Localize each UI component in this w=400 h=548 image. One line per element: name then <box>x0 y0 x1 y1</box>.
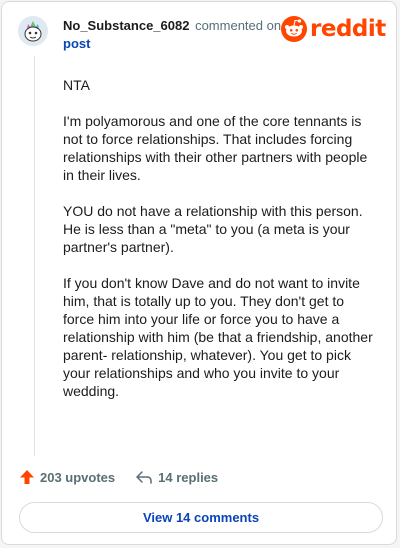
comment-actions: 203 upvotes 14 replies <box>19 467 218 487</box>
upvote-arrow-icon <box>20 470 34 484</box>
view-comments-button[interactable]: View 14 comments <box>19 502 383 533</box>
avatar-icon <box>18 16 48 46</box>
reddit-logo[interactable]: reddit <box>281 16 386 42</box>
comment-body: NTA I'm polyamorous and one of the core … <box>63 76 373 418</box>
reddit-snoo-icon <box>281 16 307 42</box>
comment-paragraph: If you don't know Dave and do not want t… <box>63 275 373 399</box>
comment-paragraph: YOU do not have a relationship with this… <box>63 203 363 255</box>
comment-paragraph: NTA <box>63 77 90 93</box>
upvote-button[interactable]: 203 upvotes <box>19 469 115 485</box>
comment-header: No_Substance_6082 commented on <box>63 18 281 33</box>
commented-on-label: commented on <box>195 18 282 33</box>
reply-icon <box>136 471 152 484</box>
reddit-wordmark: reddit <box>310 16 386 42</box>
post-link[interactable]: post <box>63 36 90 51</box>
comment-paragraph: I'm polyamorous and one of the core tenn… <box>63 113 368 183</box>
reply-count: 14 replies <box>158 469 219 485</box>
thread-line <box>34 56 35 456</box>
avatar[interactable] <box>18 16 48 46</box>
reply-button[interactable]: 14 replies <box>135 469 218 485</box>
comment-card: No_Substance_6082 commented on post redd… <box>1 1 397 545</box>
upvote-count: 203 upvotes <box>40 469 116 485</box>
username-link[interactable]: No_Substance_6082 <box>63 18 189 33</box>
